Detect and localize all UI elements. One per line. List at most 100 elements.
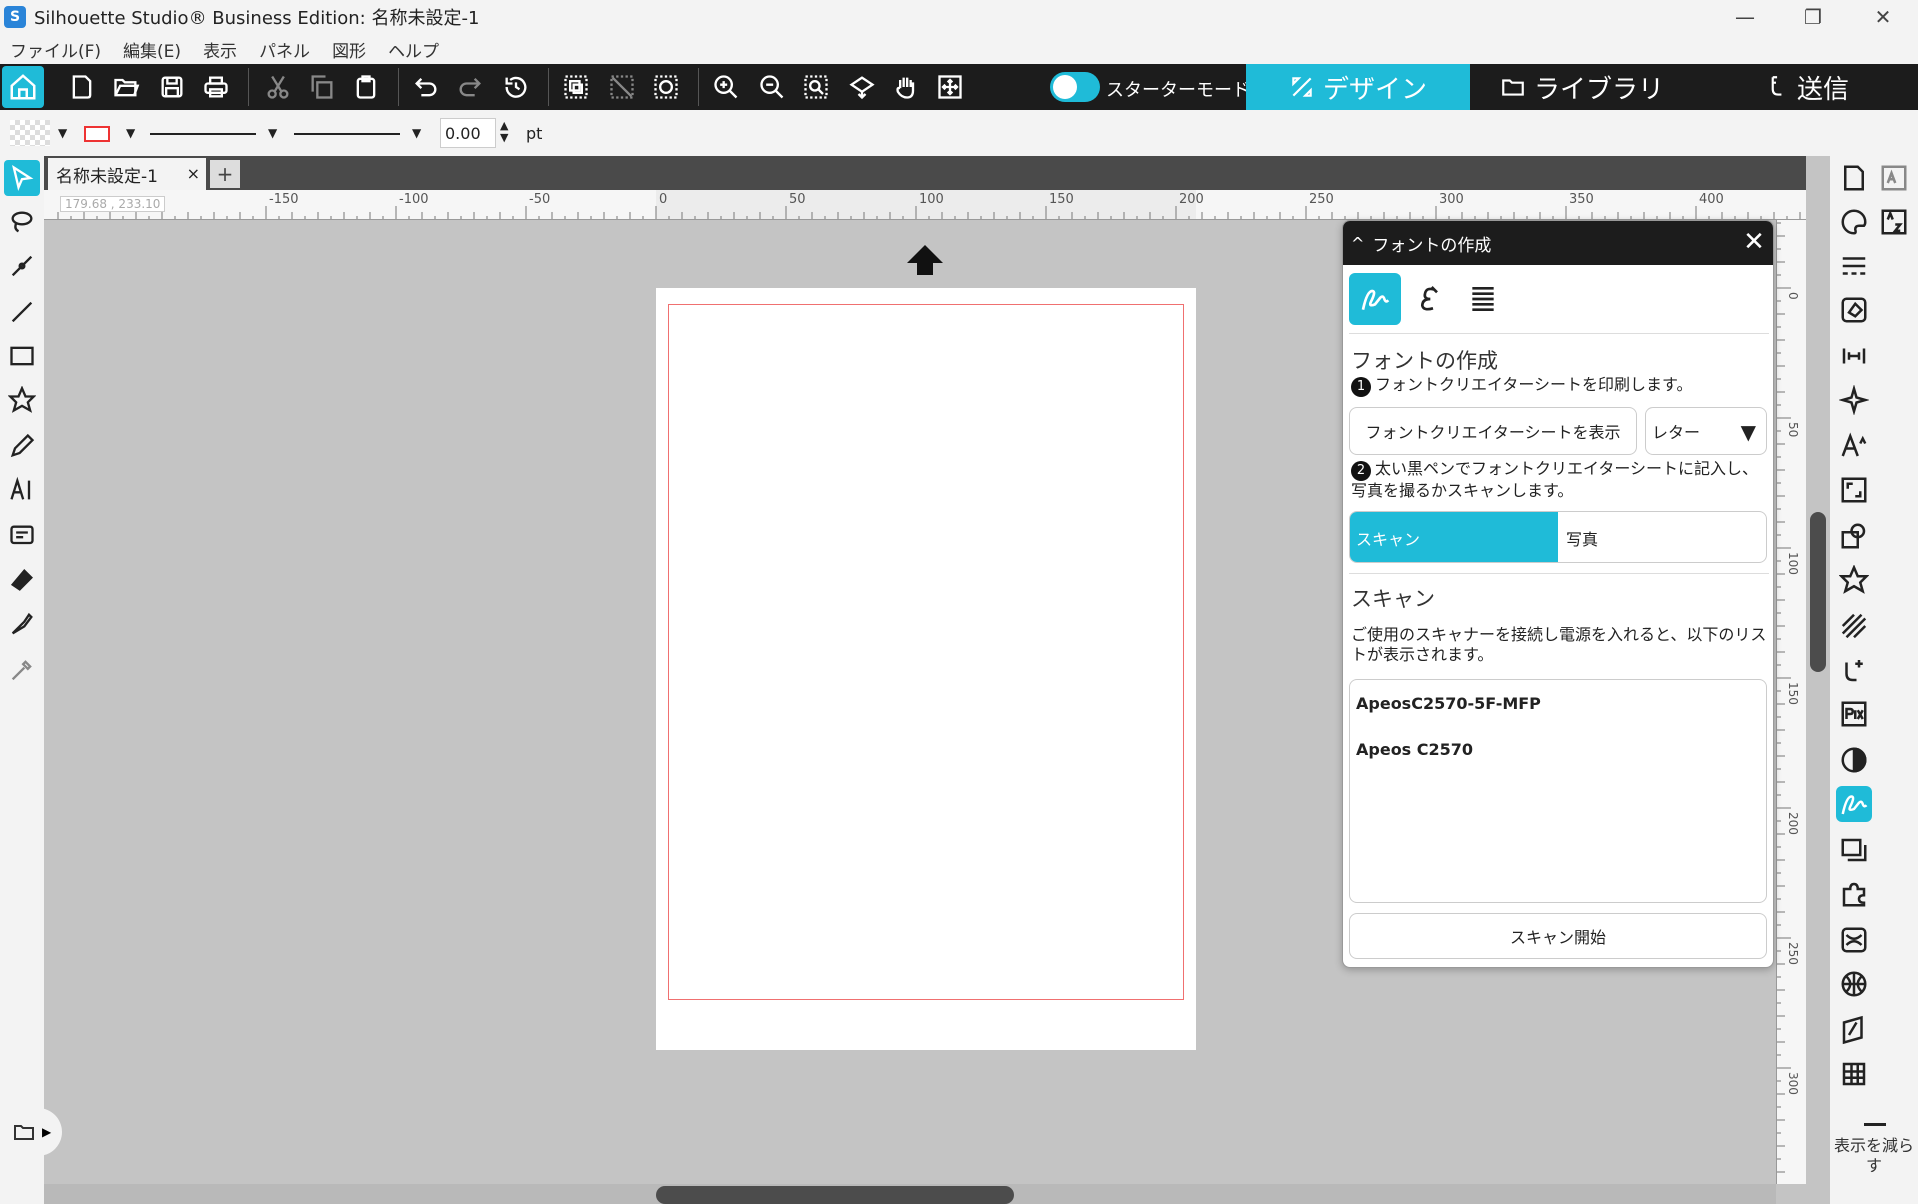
collapse-chevron-icon[interactable]: ^ xyxy=(1351,234,1364,253)
tab-library[interactable]: ライブラリ xyxy=(1470,64,1694,110)
zoom-selection-button[interactable] xyxy=(800,71,832,103)
text-style-panel-button[interactable] xyxy=(1876,160,1912,196)
transform-panel-button[interactable] xyxy=(1836,472,1872,508)
stroke-dropdown-arrow[interactable]: ▼ xyxy=(126,126,135,140)
start-scan-button[interactable]: スキャン開始 xyxy=(1349,913,1767,959)
minimize-button[interactable]: — xyxy=(1710,0,1780,34)
eraser-tool[interactable] xyxy=(4,562,40,598)
cut-button[interactable] xyxy=(262,71,294,103)
horizontal-scrollbar[interactable] xyxy=(44,1184,1776,1204)
tab-send[interactable]: 送信 xyxy=(1694,64,1918,110)
panel-close-button[interactable]: ✕ xyxy=(1739,227,1769,257)
history-button[interactable] xyxy=(500,71,532,103)
segment-scan[interactable]: スキャン xyxy=(1350,512,1558,562)
ungroup-button[interactable] xyxy=(606,71,638,103)
tab-font-creation[interactable] xyxy=(1349,273,1401,325)
send-panel-button[interactable] xyxy=(1836,652,1872,688)
paste-button[interactable] xyxy=(350,71,382,103)
line-end-select[interactable] xyxy=(294,133,400,135)
release-compound-button[interactable] xyxy=(650,71,682,103)
tab-design[interactable]: デザイン xyxy=(1246,64,1470,110)
fill-panel-button[interactable] xyxy=(1836,204,1872,240)
eyedropper-tool[interactable] xyxy=(4,652,40,688)
line-end-dropdown-arrow[interactable]: ▼ xyxy=(412,126,421,140)
panel-header[interactable]: ^ フォントの作成 ✕ xyxy=(1343,221,1773,265)
rhinestone-panel-button[interactable] xyxy=(1836,966,1872,1002)
cutting-mat-page[interactable] xyxy=(656,288,1196,1050)
zoom-in-button[interactable] xyxy=(710,71,742,103)
text-tool[interactable] xyxy=(4,472,40,508)
warp-panel-button[interactable] xyxy=(1836,922,1872,958)
zoom-out-button[interactable] xyxy=(756,71,788,103)
group-button[interactable] xyxy=(560,71,592,103)
menu-shape[interactable]: 図形 xyxy=(332,37,366,62)
emboss-panel-button[interactable] xyxy=(1836,1012,1872,1048)
text-style-button[interactable] xyxy=(1836,428,1872,464)
font-creation-panel-button[interactable] xyxy=(1836,786,1872,822)
image-panel-button[interactable] xyxy=(1836,832,1872,868)
horizontal-scroll-thumb[interactable] xyxy=(656,1186,1014,1204)
library-drawer-button[interactable]: ▶ xyxy=(6,1108,62,1156)
line-weight-stepper[interactable]: ▲ ▼ xyxy=(500,120,508,144)
starter-mode-toggle[interactable] xyxy=(1050,72,1100,102)
menu-view[interactable]: 表示 xyxy=(203,37,237,62)
contrast-panel-button[interactable] xyxy=(1836,742,1872,778)
edit-points-tool[interactable] xyxy=(4,248,40,284)
text-panel-button[interactable] xyxy=(1876,204,1912,240)
fill-gradient-panel-button[interactable] xyxy=(1836,292,1872,328)
undo-button[interactable] xyxy=(410,71,442,103)
segment-photo[interactable]: 写真 xyxy=(1560,512,1766,562)
favorites-panel-button[interactable] xyxy=(1836,562,1872,598)
knife-tool[interactable] xyxy=(4,606,40,642)
line-weight-input[interactable]: 0.00 xyxy=(440,118,496,148)
redo-button[interactable] xyxy=(454,71,486,103)
align-panel-button[interactable] xyxy=(1836,338,1872,374)
stroke-color-swatch[interactable] xyxy=(84,126,110,142)
home-button[interactable] xyxy=(2,66,44,108)
show-less-button[interactable]: 表示を減らす xyxy=(1832,1136,1916,1176)
layers-panel-button[interactable] xyxy=(1836,1056,1872,1092)
lasso-tool[interactable] xyxy=(4,204,40,240)
menu-help[interactable]: ヘルプ xyxy=(388,37,439,62)
effects-panel-button[interactable] xyxy=(1836,382,1872,418)
trace-panel-button[interactable] xyxy=(1836,608,1872,644)
scanner-list-item[interactable]: ApeosC2570-5F-MFP xyxy=(1356,694,1541,713)
line-style-dropdown-arrow[interactable]: ▼ xyxy=(268,126,277,140)
vertical-scroll-thumb[interactable] xyxy=(1810,512,1826,672)
add-tab-button[interactable]: + xyxy=(210,160,240,188)
tab-font-layout[interactable] xyxy=(1457,273,1509,325)
tab-font-edit[interactable] xyxy=(1403,273,1455,325)
pan-button[interactable] xyxy=(846,71,878,103)
line-style-panel-button[interactable] xyxy=(1836,248,1872,284)
polygon-tool[interactable] xyxy=(4,382,40,418)
copy-button[interactable] xyxy=(306,71,338,103)
menu-file[interactable]: ファイル(F) xyxy=(10,37,101,62)
new-document-button[interactable] xyxy=(66,71,98,103)
note-tool[interactable] xyxy=(4,518,40,554)
select-tool[interactable] xyxy=(4,160,40,196)
scanner-list-item[interactable]: Apeos C2570 xyxy=(1356,740,1473,759)
menu-edit[interactable]: 編集(E) xyxy=(123,37,181,62)
document-tab[interactable]: 名称未設定-1 × xyxy=(48,158,206,190)
puzzle-panel-button[interactable] xyxy=(1836,876,1872,912)
open-button[interactable] xyxy=(110,71,142,103)
maximize-button[interactable]: ❐ xyxy=(1778,0,1848,34)
page-setup-panel-button[interactable] xyxy=(1836,160,1872,196)
print-button[interactable] xyxy=(200,71,232,103)
close-window-button[interactable]: ✕ xyxy=(1848,0,1918,34)
modify-panel-button[interactable] xyxy=(1836,518,1872,554)
line-style-select[interactable] xyxy=(150,133,256,135)
menu-panel[interactable]: パネル xyxy=(259,37,310,62)
fit-to-page-button[interactable] xyxy=(934,71,966,103)
hand-button[interactable] xyxy=(890,71,922,103)
paper-size-select[interactable]: レター ▼ xyxy=(1645,407,1767,455)
line-tool[interactable] xyxy=(4,294,40,330)
save-button[interactable] xyxy=(156,71,188,103)
show-creator-sheet-button[interactable]: フォントクリエイターシートを表示 xyxy=(1349,407,1637,455)
pixscan-panel-button[interactable] xyxy=(1836,696,1872,732)
rectangle-tool[interactable] xyxy=(4,338,40,374)
document-tab-close[interactable]: × xyxy=(187,164,200,183)
draw-tool[interactable] xyxy=(4,428,40,464)
fill-color-swatch[interactable] xyxy=(10,120,50,146)
fill-dropdown-arrow[interactable]: ▼ xyxy=(58,126,67,140)
